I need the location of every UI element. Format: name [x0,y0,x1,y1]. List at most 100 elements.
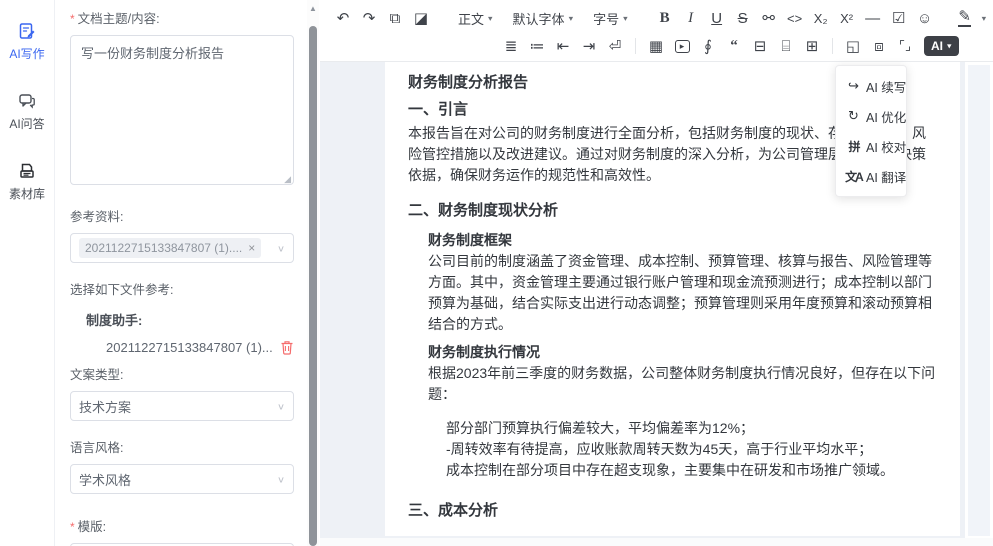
ai-button-label: AI [931,39,943,53]
sidebar-item-label[interactable]: 素材库 [0,185,54,202]
bold-icon[interactable]: B [654,7,676,29]
ai-dropdown-menu: ↪ AI 续写 ↻ AI 优化 拼 AI 校对 文A AI 翻译 [835,65,907,197]
menu-item-label: AI 续写 [866,77,906,96]
delete-file-icon[interactable] [280,340,294,355]
proofread-icon: 拼 [845,138,862,155]
bullet-list-icon[interactable]: ≣ [500,35,522,57]
todo-checkbox-icon[interactable]: ☑ [888,7,910,29]
doc-list-item: -周转效率有待提高，应收账款周转天数为45天，高于行业平均水平； [446,439,938,460]
chevron-down-icon[interactable]: ▾ [982,13,987,23]
toolbar-row-1: ↶ ↷ ⧉ ◪ 正文 ▾ 默认字体 ▾ 字号 ▾ B I [320,4,993,32]
ai-menu-button[interactable]: AI ▾ [924,36,959,56]
scrollbar-thumb[interactable] [309,26,317,546]
format-painter-icon[interactable]: ⧉ [384,7,406,29]
emoji-icon[interactable]: ☺ [914,7,936,29]
topic-textarea[interactable]: 写一份财务制度分析报告 [70,35,294,185]
redo-icon[interactable]: ↷ [358,7,380,29]
outdent-icon[interactable]: ⇤ [552,35,574,57]
editor-scrollbar-track[interactable] [968,65,990,536]
eraser-icon[interactable]: ◪ [410,7,432,29]
menu-item-ai-continue[interactable]: ↪ AI 续写 [836,71,906,101]
menu-item-label: AI 优化 [866,107,906,126]
continue-writing-icon: ↪ [845,78,862,94]
italic-icon[interactable]: I [680,7,702,29]
sidebar-item-label[interactable]: AI写作 [0,45,54,62]
image-icon[interactable]: ▦ [645,35,667,57]
chevron-down-icon: ∨ [277,474,285,484]
file-ref-label: 选择如下文件参考: [70,279,294,298]
required-mark: * [70,12,75,26]
video-icon[interactable]: ▸ [671,35,693,57]
font-color-icon[interactable]: A [988,7,993,29]
optimize-icon: ↻ [845,108,862,124]
paragraph-style-value: 正文 [458,9,484,28]
divider [635,38,636,54]
sidebar-item-ai-write[interactable]: AI写作 [0,22,54,62]
scroll-up-icon[interactable]: ▲ [307,4,319,13]
subscript-icon[interactable]: X₂ [810,7,832,29]
doc-paragraph: 公司目前的制度涵盖了资金管理、成本控制、预算管理、核算与报告、风险管理等方面。其… [428,251,938,335]
page-setup-icon[interactable]: ◱ [842,35,864,57]
doc-heading-3: 三、成本分析 [408,500,938,523]
strikethrough-icon[interactable]: S [732,7,754,29]
left-nav: AI写作 AI问答 素材库 [0,0,55,546]
template-label-text: 模版: [78,520,106,534]
editor-bottom-strip [320,538,993,546]
attachment-icon[interactable]: ∮ [697,35,719,57]
style-select[interactable]: 学术风格 ∨ [70,464,294,494]
doc-list-item: 部分部门预算执行偏差较大，平均偏差率为12%； [446,418,938,439]
menu-item-ai-proofread[interactable]: 拼 AI 校对 [836,131,906,161]
menu-item-ai-optimize[interactable]: ↻ AI 优化 [836,101,906,131]
sidebar-item-ai-qa[interactable]: AI问答 [0,92,54,132]
ai-qa-icon [0,92,54,112]
chevron-down-icon: ▾ [569,13,574,23]
style-label: 语言风格: [70,437,294,456]
font-size-select[interactable]: 字号 ▾ [593,9,628,28]
sidebar-item-library[interactable]: 素材库 [0,162,54,202]
tag-close-icon[interactable]: × [248,241,255,255]
strikethrough-glyph: S [738,10,748,27]
doc-subheading: 财务制度框架 [428,230,938,251]
doc-list-item: 成本控制在部分项目中存在超支现象，主要集中在研发和市场推广领域。 [446,460,938,481]
ordered-list-icon[interactable]: ≔ [526,35,548,57]
reference-select[interactable]: 2021122715133847807 (1).... × ∨ [70,233,294,263]
copy-type-label: 文案类型: [70,364,294,383]
superscript-icon[interactable]: X² [836,7,858,29]
menu-item-label: AI 校对 [866,137,906,156]
resize-grip-icon[interactable]: ◢ [284,174,291,185]
font-size-value: 字号 [593,9,619,28]
doc-paragraph: 根据2023年前三季度的财务数据，公司整体财务制度执行情况良好，但存在以下问题： [428,363,938,405]
line-break-icon[interactable]: ⏎ [604,35,626,57]
divider [832,38,833,54]
copy-type-group: 文案类型: 技术方案 ∨ [70,364,294,421]
reference-group: 参考资料: 2021122715133847807 (1).... × ∨ [70,206,294,263]
topic-label-text: 文档主题/内容: [78,12,160,26]
undo-icon[interactable]: ↶ [332,7,354,29]
language-style-group: 语言风格: 学术风格 ∨ [70,437,294,494]
blockquote-icon[interactable]: “ [723,35,745,57]
topic-label: *文档主题/内容: [70,8,294,27]
required-mark: * [70,520,75,534]
table-icon[interactable]: ⊞ [801,35,823,57]
copy-type-value: 技术方案 [79,397,131,416]
sidebar-item-label[interactable]: AI问答 [0,115,54,132]
paragraph-style-select[interactable]: 正文 ▾ [458,9,493,28]
underline-icon[interactable]: U [706,7,728,29]
horizontal-rule-icon[interactable]: — [862,7,884,29]
font-family-select[interactable]: 默认字体 ▾ [513,9,574,28]
inline-code-icon[interactable]: <> [784,7,806,29]
editor-toolbar: ↶ ↷ ⧉ ◪ 正文 ▾ 默认字体 ▾ 字号 ▾ B I [320,0,993,62]
form-scrollbar[interactable]: ▲ [307,0,319,546]
fullscreen-icon[interactable]: ⌜⌟ [894,35,916,57]
highlight-glyph: ✎ [958,9,971,27]
print-icon[interactable]: ⧈ [868,35,890,57]
menu-item-ai-translate[interactable]: 文A AI 翻译 [836,161,906,191]
divider-block-icon[interactable]: ⊟ [749,35,771,57]
copy-type-select[interactable]: 技术方案 ∨ [70,391,294,421]
chevron-down-icon: ▾ [623,13,628,23]
highlight-color-icon[interactable]: ✎ [954,7,976,29]
code-block-icon[interactable]: ⌸ [775,35,797,57]
link-icon[interactable]: ⚯ [758,7,780,29]
topic-textarea-wrap: 写一份财务制度分析报告 ◢ [70,27,294,190]
indent-icon[interactable]: ⇥ [578,35,600,57]
